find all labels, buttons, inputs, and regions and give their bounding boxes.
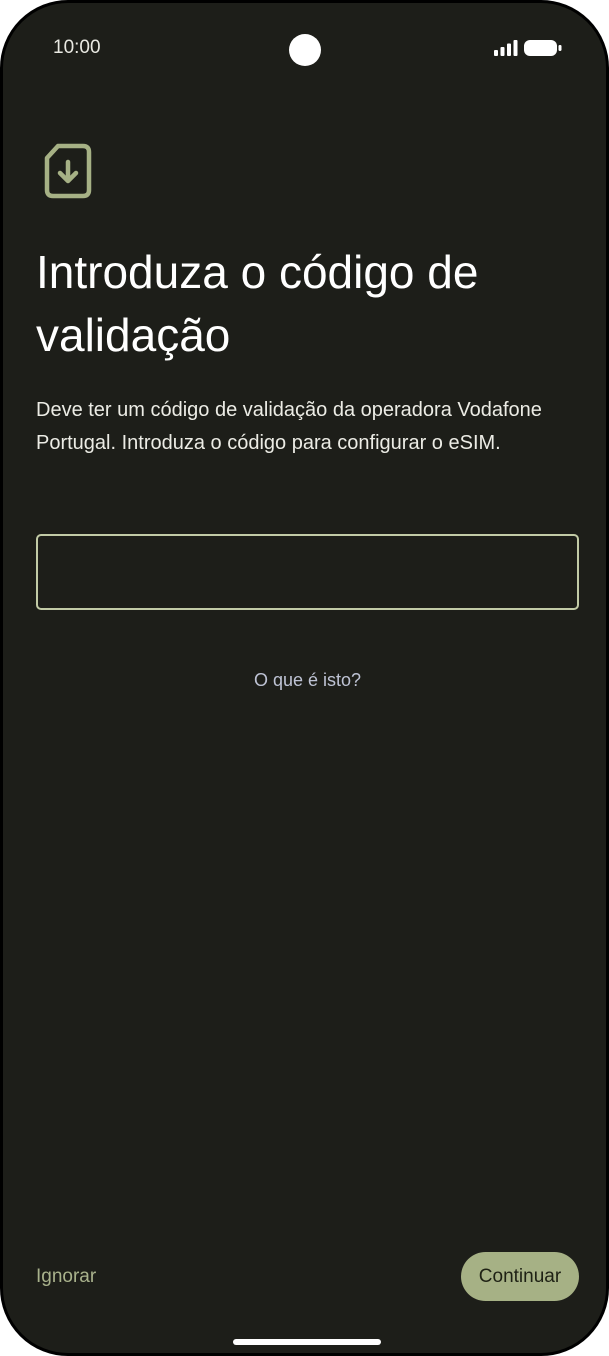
what-is-this-link[interactable]: O que é isto?	[3, 670, 606, 691]
page-description: Deve ter um código de validação da opera…	[36, 399, 542, 454]
validation-code-input[interactable]	[36, 534, 579, 610]
skip-button[interactable]: Ignorar	[36, 1263, 96, 1291]
phone-screen: 10:00 Introduza o código de validação De…	[0, 0, 609, 1356]
sim-download-icon	[44, 143, 92, 199]
front-camera	[289, 34, 321, 66]
home-indicator[interactable]	[233, 1339, 381, 1345]
continue-button[interactable]: Continuar	[461, 1252, 579, 1301]
page-title: Introduza o código de validação	[36, 246, 479, 361]
battery-icon	[524, 40, 562, 56]
signal-icon	[494, 40, 518, 56]
status-time: 10:00	[53, 37, 101, 58]
